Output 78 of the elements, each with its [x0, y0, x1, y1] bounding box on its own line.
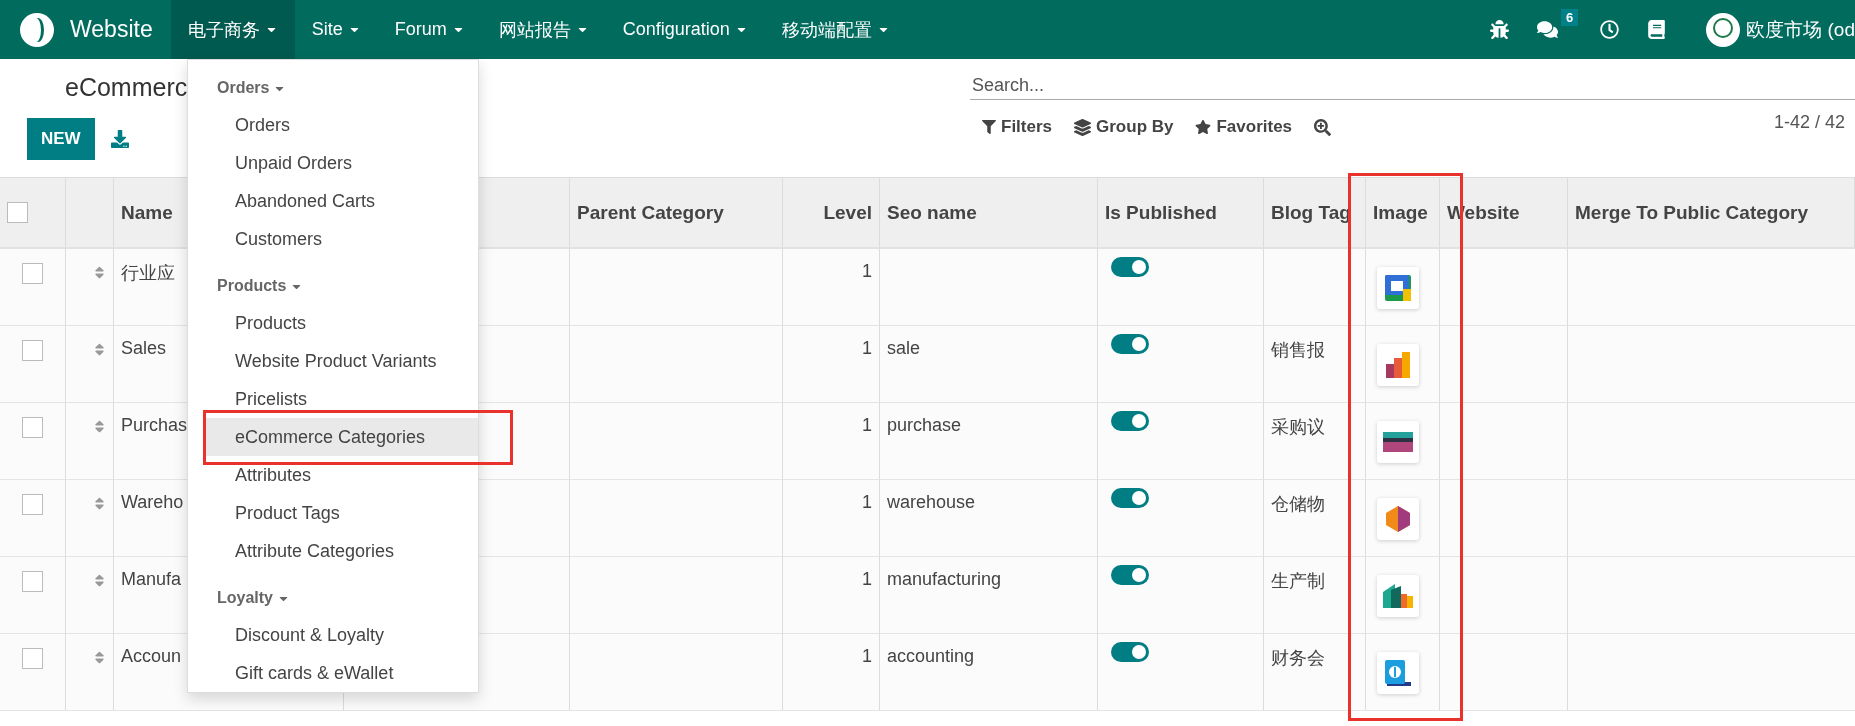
new-button[interactable]: NEW [27, 118, 95, 160]
publish-toggle[interactable] [1111, 488, 1149, 508]
publish-toggle[interactable] [1111, 334, 1149, 354]
star-icon [1195, 119, 1212, 135]
publish-toggle[interactable] [1111, 257, 1149, 277]
column-header[interactable]: Seo name [880, 178, 1098, 249]
drag-handle-icon[interactable] [92, 419, 107, 434]
drag-handle-icon[interactable] [92, 573, 107, 588]
menu-item[interactable]: Configuration [605, 0, 765, 59]
table-cell: 生产制 [1264, 557, 1366, 634]
section-header[interactable]: Orders [217, 79, 270, 97]
filter-button[interactable]: Group By [1074, 117, 1174, 137]
bug-icon[interactable] [1490, 20, 1510, 39]
table-cell: accounting [880, 634, 1098, 711]
message-count: 6 [1561, 9, 1579, 26]
section-header[interactable]: Loyalty [217, 589, 273, 607]
table-cell: 仓储物 [1264, 480, 1366, 557]
row-checkbox[interactable] [22, 571, 43, 592]
table-cell: 销售报 [1264, 326, 1366, 403]
row-checkbox[interactable] [22, 417, 43, 438]
zoom-search-icon[interactable] [1314, 118, 1332, 136]
layers-icon [1074, 118, 1092, 136]
column-header[interactable]: Level [783, 178, 880, 249]
filter-button[interactable]: Filters [982, 117, 1053, 137]
pager: 1-42 / 42 [1773, 111, 1845, 133]
download-icon[interactable] [110, 130, 129, 148]
row-checkbox[interactable] [22, 648, 43, 669]
publish-toggle[interactable] [1111, 411, 1149, 431]
filter-button[interactable]: Favorites [1195, 117, 1293, 137]
dropdown-item[interactable]: Orders [206, 106, 478, 144]
section-header[interactable]: Products [217, 277, 287, 295]
table-cell: 财务会 [1264, 634, 1366, 711]
publish-toggle[interactable] [1111, 642, 1149, 662]
book-icon[interactable] [1647, 20, 1667, 39]
bar-chart-icon [1385, 352, 1411, 378]
clock-icon[interactable] [1600, 20, 1620, 39]
row-checkbox[interactable] [22, 494, 43, 515]
table-cell: 1 [783, 634, 880, 711]
table-cell: purchase [880, 403, 1098, 480]
column-header[interactable]: Is Published [1098, 178, 1264, 249]
table-cell: 采购议 [1264, 403, 1366, 480]
card-icon [1383, 432, 1413, 452]
drag-handle-icon[interactable] [92, 650, 107, 665]
menu-item[interactable]: 电子商务 [170, 0, 295, 59]
table-cell: warehouse [880, 480, 1098, 557]
dropdown-item[interactable]: Unpaid Orders [206, 144, 478, 182]
column-header[interactable]: Image [1366, 178, 1440, 249]
column-header[interactable]: Merge To Public Category [1568, 178, 1855, 249]
drag-handle-icon[interactable] [92, 496, 107, 511]
drag-handle-icon[interactable] [92, 342, 107, 357]
table-cell: 1 [783, 326, 880, 403]
page-title: eCommerc [65, 73, 188, 102]
publish-toggle[interactable] [1111, 565, 1149, 585]
avatar-icon[interactable] [1706, 12, 1741, 47]
table-cell: 1 [783, 557, 880, 634]
column-header[interactable]: Parent Category [570, 178, 783, 249]
table-cell: manufacturing [880, 557, 1098, 634]
hexagon-icon [1386, 506, 1410, 532]
drag-handle-icon[interactable] [92, 265, 107, 280]
logo-icon [20, 12, 54, 47]
row-checkbox[interactable] [22, 340, 43, 361]
row-checkbox[interactable] [22, 263, 43, 284]
table-cell: 1 [783, 403, 880, 480]
filter-icon [982, 120, 996, 134]
table-cell: 1 [783, 480, 880, 557]
app-title: Website [70, 16, 153, 43]
menu-item[interactable]: Forum [377, 0, 482, 59]
select-all-checkbox[interactable] [7, 202, 28, 223]
user-name[interactable]: 欧度市场 (od [1746, 16, 1855, 43]
dropdown-item[interactable]: eCommerce Categories [206, 418, 478, 456]
menu-item[interactable]: Site [294, 0, 378, 59]
table-cell: 1 [783, 249, 880, 326]
table-cell: sale [880, 326, 1098, 403]
menu-item[interactable]: 移动端配置 [764, 0, 907, 59]
tile-icon [1385, 275, 1411, 301]
buildings-icon [1383, 584, 1413, 608]
menu-item[interactable]: 网站报告 [481, 0, 606, 59]
dropdown-item[interactable]: Abandoned Carts [206, 182, 478, 220]
